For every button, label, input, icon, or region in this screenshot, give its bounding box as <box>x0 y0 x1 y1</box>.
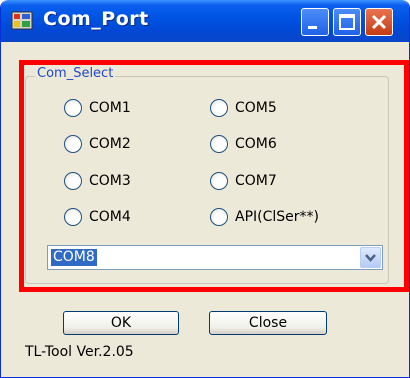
title-bar[interactable]: Com_Port <box>1 0 409 42</box>
close-window-button[interactable] <box>365 8 393 36</box>
maximize-icon <box>339 14 355 30</box>
dialog-window: Com_Port Com_Select COM1 COM2 COM3 COM4 … <box>0 0 410 378</box>
close-button[interactable]: Close <box>209 311 327 335</box>
highlight-annotation-box <box>19 60 409 292</box>
minimize-button[interactable] <box>301 8 329 36</box>
app-icon <box>11 11 33 31</box>
version-label: TL-Tool Ver.2.05 <box>25 344 134 360</box>
window-title: Com_Port <box>43 8 149 30</box>
minimize-icon <box>308 26 317 29</box>
maximize-button[interactable] <box>333 8 361 36</box>
ok-button[interactable]: OK <box>63 311 179 335</box>
close-icon <box>371 14 387 30</box>
